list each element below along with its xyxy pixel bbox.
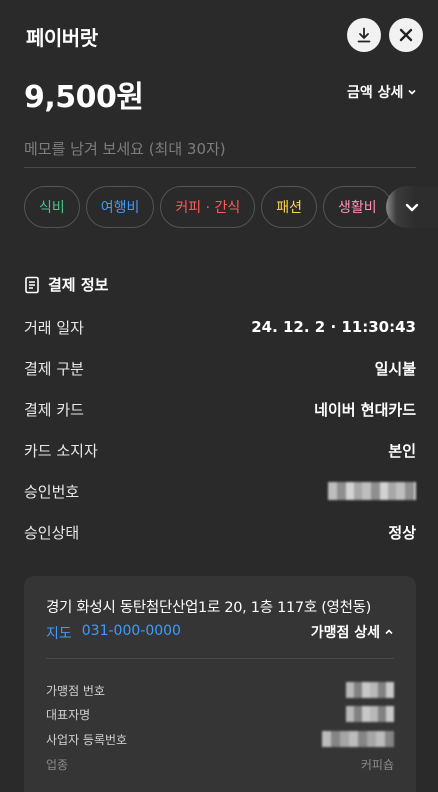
more-categories-button[interactable] <box>386 186 438 228</box>
header: 페이버랏 <box>0 0 438 72</box>
row-label: 카드 소지자 <box>24 441 98 460</box>
chip-label: 커피 · 간식 <box>175 200 241 216</box>
category-chip-travel[interactable]: 여행비 <box>85 186 155 228</box>
redacted-value <box>322 731 394 747</box>
page-title: 페이버랏 <box>26 26 98 50</box>
merchant-info-row: 가맹점 번호 <box>46 680 394 700</box>
chevron-up-icon <box>385 629 393 635</box>
row-label: 결제 카드 <box>24 400 84 419</box>
merchant-detail-label: 가맹점 상세 <box>310 625 380 641</box>
amount-detail-button[interactable]: 금액 상세 <box>347 82 417 102</box>
redacted-value <box>346 706 394 722</box>
row-value: 본인 <box>388 441 416 460</box>
row-label: 거래 일자 <box>24 318 84 337</box>
receipt-icon <box>25 276 39 293</box>
divider <box>46 658 394 659</box>
chip-label: 패션 <box>276 200 303 216</box>
merchant-detail-button[interactable]: 가맹점 상세 <box>311 622 394 642</box>
info-label: 가맹점 번호 <box>46 683 106 698</box>
payment-row-approval-number: 승인번호 <box>24 479 416 503</box>
close-button[interactable] <box>389 18 423 52</box>
chevron-down-icon <box>405 203 419 212</box>
memo-input[interactable]: 메모를 남겨 보세요 (최대 30자) <box>24 134 416 168</box>
merchant-contact: 지도 031-000-0000 <box>46 623 181 643</box>
close-icon <box>399 28 413 42</box>
download-button[interactable] <box>347 18 381 52</box>
info-label: 대표자명 <box>46 707 91 722</box>
amount-value: 9,500원 <box>24 80 144 115</box>
redacted-value <box>346 682 394 698</box>
content: 9,500원 금액 상세 메모를 남겨 보세요 (최대 30자) 식비 여행비 … <box>0 72 438 792</box>
merchant-address: 경기 화성시 동탄첨단산업1로 20, 1층 117호 (영천동) <box>46 600 372 616</box>
download-icon <box>357 27 371 43</box>
payment-info-title: 결제 정보 <box>24 274 108 295</box>
payment-row-approval-status: 승인상태 정상 <box>24 520 416 544</box>
merchant-info-row: 사업자 등록번호 <box>46 729 394 749</box>
redacted-value <box>328 482 416 500</box>
chip-label: 생활비 <box>338 200 377 216</box>
category-chip-food[interactable]: 식비 <box>24 186 80 228</box>
payment-row-type: 결제 구분 일시불 <box>24 356 416 380</box>
section-label: 결제 정보 <box>48 276 109 294</box>
phone-link[interactable]: 031-000-0000 <box>82 623 181 643</box>
category-chip-fashion[interactable]: 패션 <box>261 186 318 228</box>
row-label: 승인번호 <box>24 482 80 501</box>
info-label: 사업자 등록번호 <box>46 732 128 747</box>
row-value: 정상 <box>388 523 416 542</box>
chip-label: 여행비 <box>100 200 140 216</box>
map-link[interactable]: 지도 <box>46 623 72 643</box>
merchant-info-row: 대표자명 <box>46 704 394 724</box>
payment-row-holder: 카드 소지자 본인 <box>24 438 416 462</box>
category-chips: 식비 여행비 커피 · 간식 패션 생활비 <box>24 186 392 228</box>
row-label: 결제 구분 <box>24 359 84 378</box>
row-value: 네이버 현대카드 <box>314 400 416 419</box>
chip-label: 식비 <box>39 200 65 216</box>
info-value: 커피숍 <box>360 757 394 772</box>
payment-row-date: 거래 일자 24. 12. 2 · 11:30:43 <box>24 315 416 339</box>
category-chip-living[interactable]: 생활비 <box>323 186 392 228</box>
info-label: 업종 <box>46 757 69 772</box>
row-value: 24. 12. 2 · 11:30:43 <box>251 318 416 336</box>
category-chip-coffee[interactable]: 커피 · 간식 <box>160 186 256 228</box>
merchant-info-row: 업종 커피숍 <box>46 754 394 774</box>
amount-detail-label: 금액 상세 <box>347 85 404 101</box>
payment-row-card: 결제 카드 네이버 현대카드 <box>24 397 416 421</box>
chevron-down-icon <box>408 89 416 95</box>
row-value: 일시불 <box>374 359 416 378</box>
merchant-card: 경기 화성시 동탄첨단산업1로 20, 1층 117호 (영천동) 지도 031… <box>24 576 416 792</box>
row-label: 승인상태 <box>24 523 80 542</box>
